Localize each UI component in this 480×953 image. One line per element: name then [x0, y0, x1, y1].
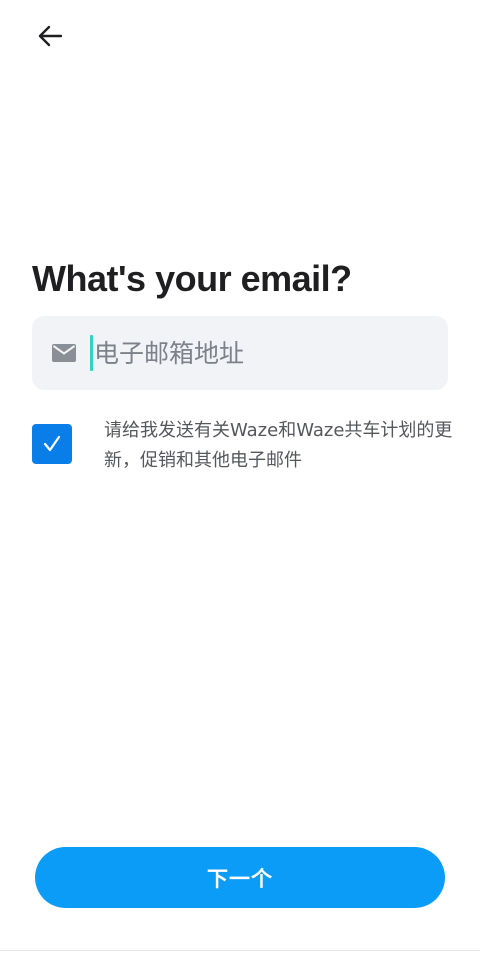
email-field[interactable] — [32, 316, 448, 390]
text-caret — [90, 335, 93, 371]
arrow-left-icon — [38, 25, 63, 47]
email-input[interactable] — [94, 328, 434, 378]
mail-icon — [52, 344, 76, 362]
bottom-divider — [0, 950, 480, 951]
checkmark-icon — [43, 435, 61, 452]
consent-text: 请给我发送有关Waze和Waze共车计划的更新，促销和其他电子邮件 — [104, 420, 453, 471]
marketing-consent-checkbox[interactable] — [32, 424, 72, 464]
back-button[interactable] — [30, 16, 70, 56]
next-button[interactable]: 下一个 — [35, 847, 445, 908]
page-title: What's your email? — [32, 258, 352, 299]
